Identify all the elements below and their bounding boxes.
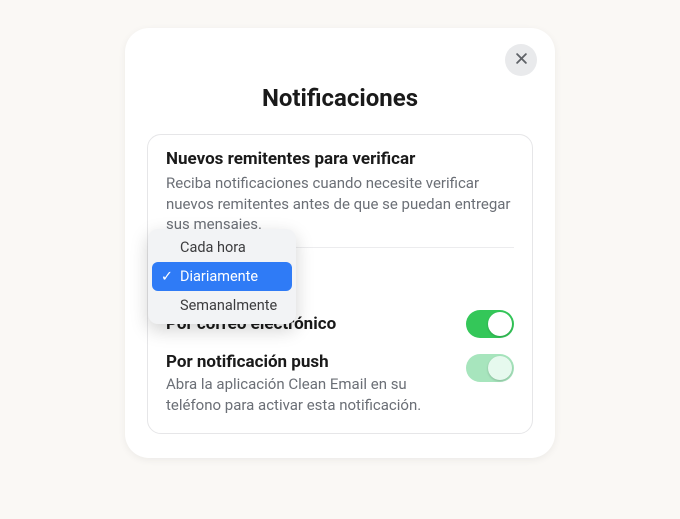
push-row-label: Por notificación push (166, 352, 456, 372)
dropdown-option-daily[interactable]: ✓ Diariamente (152, 262, 292, 291)
check-icon: ✓ (160, 268, 174, 285)
push-row-description: Abra la aplicación Clean Email en su tel… (166, 374, 456, 415)
dropdown-option-hourly[interactable]: Cada hora (152, 233, 292, 262)
close-button[interactable] (505, 44, 537, 76)
dropdown-option-label: Cada hora (180, 239, 246, 256)
toggle-knob (488, 312, 512, 336)
push-notification-row: Por notificación push Abra la aplicación… (166, 350, 514, 417)
notifications-modal: Notificaciones Nuevos remitentes para ve… (125, 28, 555, 458)
email-toggle[interactable] (466, 310, 514, 338)
frequency-dropdown[interactable]: Cada hora ✓ Diariamente Semanalmente (148, 229, 296, 324)
new-senders-section: Nuevos remitentes para verificar Reciba … (166, 149, 514, 235)
push-row-text: Por notificación push Abra la aplicación… (166, 352, 456, 415)
modal-title: Notificaciones (147, 84, 533, 112)
dropdown-option-label: Semanalmente (180, 297, 277, 314)
push-toggle[interactable] (466, 354, 514, 382)
close-icon (514, 51, 529, 69)
settings-card: Nuevos remitentes para verificar Reciba … (147, 134, 533, 434)
section-title: Nuevos remitentes para verificar (166, 149, 514, 169)
dropdown-option-weekly[interactable]: Semanalmente (152, 291, 292, 320)
section-description: Reciba notificaciones cuando necesite ve… (166, 173, 514, 235)
toggle-knob (488, 356, 512, 380)
dropdown-option-label: Diariamente (180, 268, 258, 285)
